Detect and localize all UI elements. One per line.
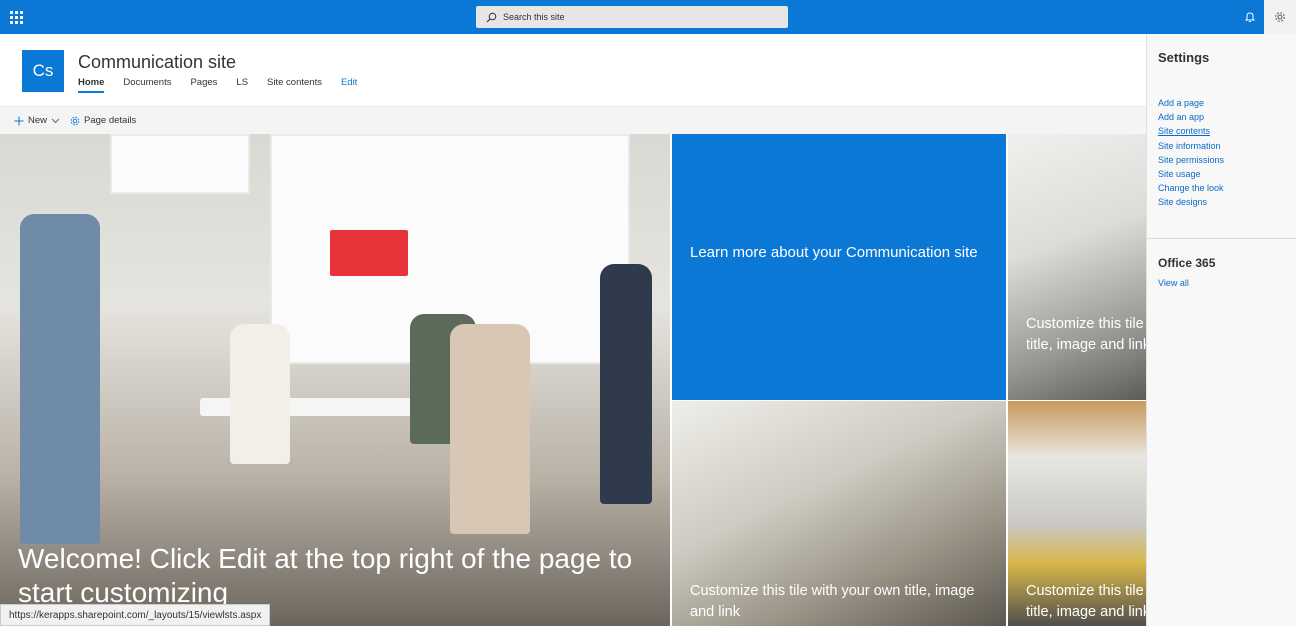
settings-panel: Settings Add a page Add an app Site cont…: [1146, 34, 1296, 626]
site-navigation: Home Documents Pages LS Site contents Ed…: [78, 77, 357, 93]
person-figure: [600, 264, 652, 504]
tile-caption: Customize this tile with your own title,…: [1026, 583, 1146, 620]
nav-home[interactable]: Home: [78, 77, 105, 93]
settings-link-site-designs[interactable]: Site designs: [1158, 197, 1224, 208]
nav-ls[interactable]: LS: [236, 77, 248, 93]
site-title[interactable]: Communication site: [78, 52, 236, 73]
hero-tile-bottom-middle[interactable]: Customize this tile with your own title,…: [672, 401, 1006, 626]
person-figure: [230, 324, 290, 464]
site-logo[interactable]: Cs: [22, 50, 64, 92]
chevron-down-icon: [51, 118, 60, 123]
settings-link-add-app[interactable]: Add an app: [1158, 112, 1224, 123]
hero-tile-top-right[interactable]: Customize this tile with your own title,…: [1008, 134, 1146, 400]
suite-bar: Search this site: [0, 0, 1296, 34]
status-bar-url: https://kerapps.sharepoint.com/_layouts/…: [0, 604, 271, 626]
new-button[interactable]: New: [14, 115, 60, 126]
hero-tile-bottom-right[interactable]: Customize this tile with your own title,…: [1008, 401, 1146, 626]
settings-gear-icon[interactable]: [1264, 0, 1296, 34]
hero-main-tile[interactable]: Welcome! Click Edit at the top right of …: [0, 134, 670, 626]
search-placeholder: Search this site: [503, 12, 565, 22]
settings-panel-title: Settings: [1158, 50, 1210, 65]
tile-caption: Customize this tile with your own title,…: [1026, 316, 1146, 353]
person-figure: [450, 324, 530, 534]
nav-site-contents[interactable]: Site contents: [267, 77, 322, 93]
settings-link-add-page[interactable]: Add a page: [1158, 98, 1224, 109]
nav-edit-link[interactable]: Edit: [341, 77, 357, 93]
page-details-label: Page details: [84, 115, 137, 126]
gear-icon: [70, 116, 80, 125]
settings-links: Add a page Add an app Site contents Site…: [1158, 98, 1224, 208]
blue-tile-text: Learn more about your Communication site: [690, 244, 978, 261]
hero-title: Welcome! Click Edit at the top right of …: [18, 543, 633, 608]
red-pendant-lamp: [330, 230, 408, 276]
person-figure: [20, 214, 100, 544]
site-header: Cs Communication site Home Documents Pag…: [0, 34, 1146, 106]
settings-link-site-usage[interactable]: Site usage: [1158, 169, 1224, 180]
settings-link-change-look[interactable]: Change the look: [1158, 183, 1224, 194]
settings-link-site-permissions[interactable]: Site permissions: [1158, 155, 1224, 166]
app-launcher-waffle-icon[interactable]: [0, 0, 32, 34]
nav-pages[interactable]: Pages: [190, 77, 217, 93]
office365-heading: Office 365: [1158, 256, 1216, 270]
view-all-link[interactable]: View all: [1158, 278, 1189, 288]
new-button-label: New: [28, 115, 48, 126]
plus-icon: [14, 116, 24, 125]
settings-link-site-information[interactable]: Site information: [1158, 141, 1224, 152]
hero-blue-tile[interactable]: Learn more about your Communication site: [672, 134, 1006, 400]
settings-divider: [1147, 238, 1296, 239]
tile-caption: Customize this tile with your own title,…: [690, 583, 975, 620]
settings-link-site-contents[interactable]: Site contents: [1158, 126, 1224, 137]
office-window: [110, 134, 250, 194]
page-details-button[interactable]: Page details: [70, 115, 136, 126]
search-box[interactable]: Search this site: [476, 6, 788, 28]
search-icon: [486, 12, 497, 22]
command-bar: New Page details: [0, 106, 1146, 134]
notifications-bell-icon[interactable]: [1236, 0, 1264, 34]
nav-documents[interactable]: Documents: [123, 77, 171, 93]
